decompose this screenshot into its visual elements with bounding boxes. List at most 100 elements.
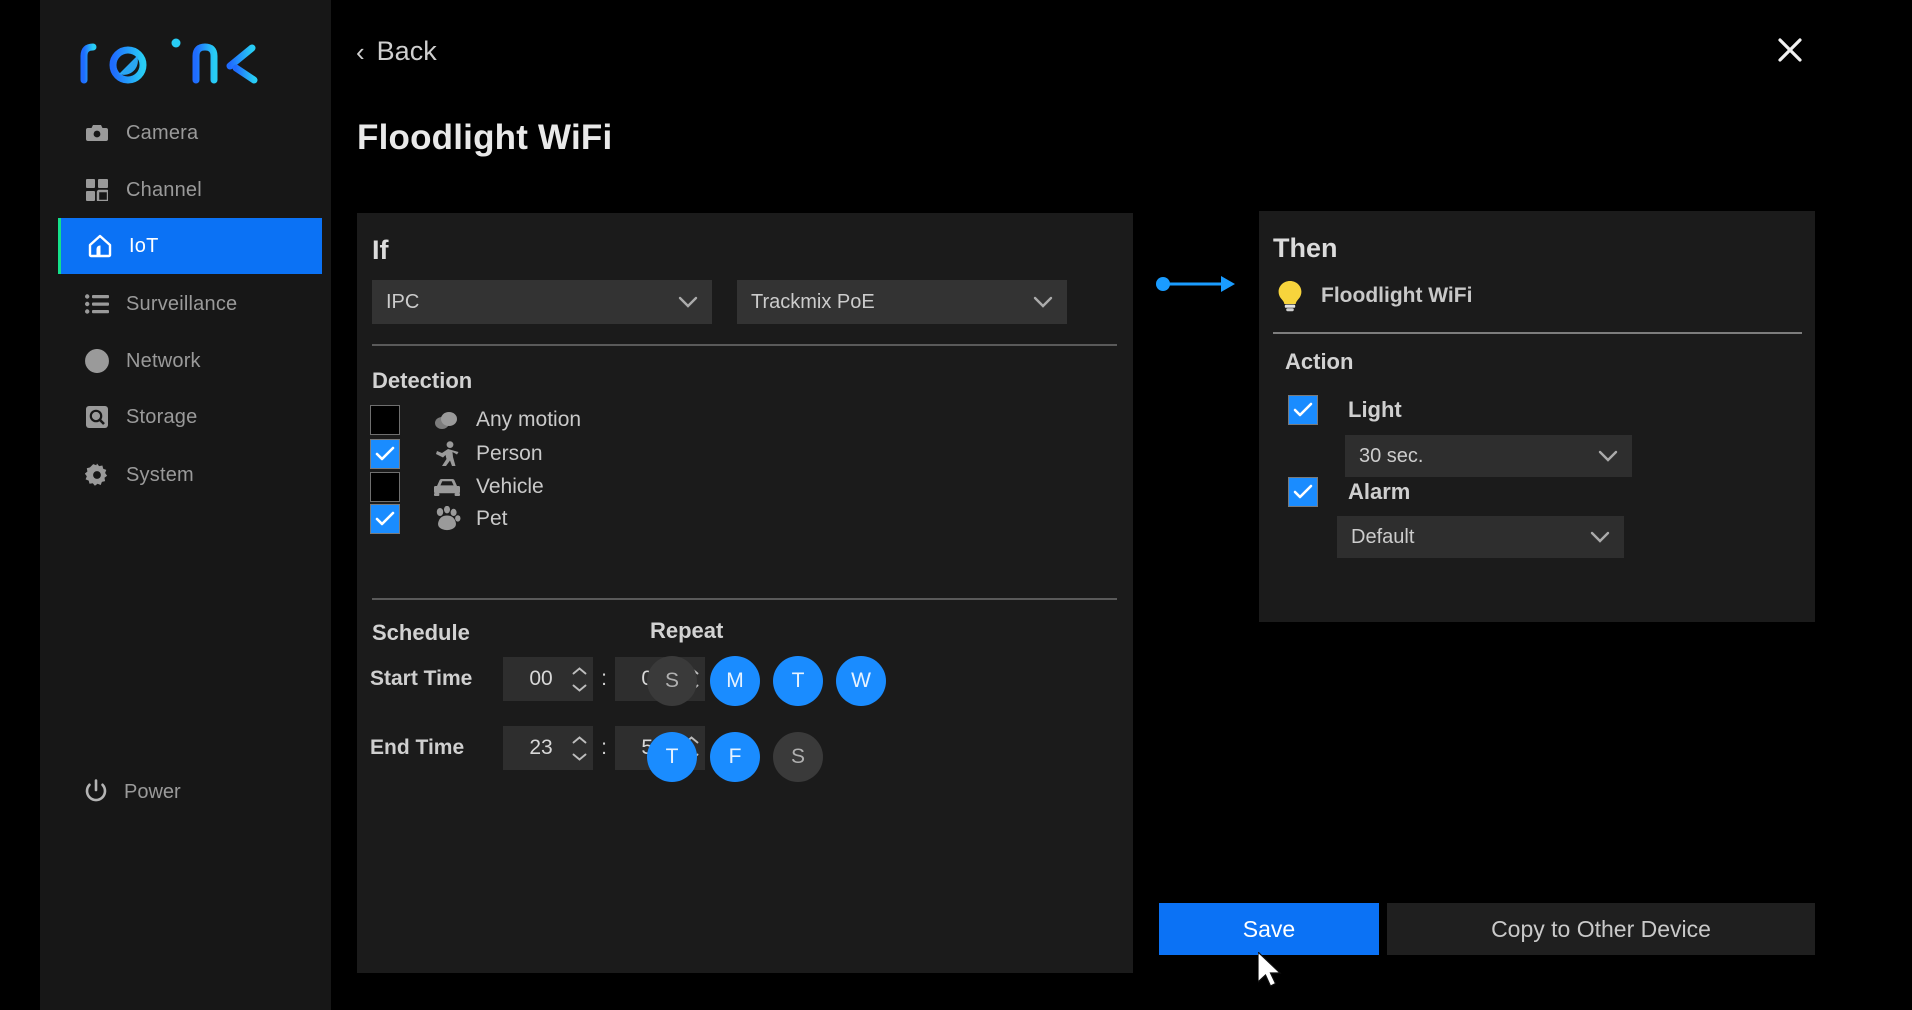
if-panel-title: If <box>372 235 389 265</box>
checkbox-pet[interactable] <box>370 504 400 534</box>
detection-row-any-motion[interactable]: Any motion <box>370 403 800 437</box>
repeat-day-letter: W <box>851 669 871 692</box>
stepper-down-icon[interactable] <box>572 753 587 761</box>
detection-row-person[interactable]: Person <box>370 437 800 471</box>
close-icon <box>1775 35 1805 70</box>
sidebar-item-label: Channel <box>126 178 202 201</box>
action-label: Action <box>1285 349 1354 374</box>
app-window: Camera Channel IoT Surveillance Network … <box>0 0 1912 1010</box>
stepper-arrows[interactable] <box>569 735 593 761</box>
back-button[interactable]: ‹ Back <box>356 36 437 67</box>
chevron-down-icon <box>1033 291 1053 314</box>
end-hour-value: 23 <box>529 736 553 759</box>
stepper-down-icon[interactable] <box>572 684 587 692</box>
lightbulb-icon <box>1273 279 1307 313</box>
save-button-label: Save <box>1242 915 1296 942</box>
device-select[interactable]: Trackmix PoE <box>737 280 1067 324</box>
divider <box>1273 332 1802 334</box>
checkbox-vehicle[interactable] <box>370 472 400 502</box>
sidebar-item-network[interactable]: Network <box>58 333 322 389</box>
action-row-light[interactable]: Light <box>1288 395 1402 425</box>
chevron-down-icon <box>678 291 698 314</box>
repeat-day-sunday[interactable]: S <box>647 656 697 706</box>
repeat-day-friday[interactable]: F <box>710 732 760 782</box>
checkbox-light[interactable] <box>1288 395 1318 425</box>
detection-label-text: Person <box>476 442 543 465</box>
repeat-day-letter: S <box>664 669 679 692</box>
sidebar-item-iot[interactable]: IoT <box>58 218 322 274</box>
copy-button-label: Copy to Other Device <box>1491 915 1711 942</box>
sidebar-item-label: IoT <box>129 234 159 257</box>
chevron-down-icon <box>1590 526 1610 549</box>
reolink-logo <box>78 34 278 86</box>
detection-label-text: Any motion <box>476 408 582 431</box>
then-device-name: Floodlight WiFi <box>1321 284 1473 307</box>
sidebar-item-camera[interactable]: Camera <box>58 105 322 161</box>
sidebar-item-storage[interactable]: Storage <box>58 389 322 445</box>
divider <box>372 344 1117 346</box>
action-row-alarm[interactable]: Alarm <box>1288 477 1410 507</box>
detection-row-vehicle[interactable]: Vehicle <box>370 470 800 504</box>
repeat-day-saturday[interactable]: S <box>773 732 823 782</box>
light-duration-select[interactable]: 30 sec. <box>1345 435 1632 477</box>
stepper-up-icon[interactable] <box>572 735 587 744</box>
end-time-label: End Time <box>370 736 465 759</box>
repeat-day-letter: T <box>791 669 805 692</box>
gear-icon <box>84 462 110 488</box>
person-icon <box>430 440 464 468</box>
start-hour-stepper[interactable]: 00 <box>503 657 593 701</box>
detection-row-pet[interactable]: Pet <box>370 502 800 536</box>
end-hour-stepper[interactable]: 23 <box>503 726 593 770</box>
sidebar-item-label: Storage <box>126 405 198 428</box>
repeat-day-thursday[interactable]: T <box>647 732 697 782</box>
start-time-label: Start Time <box>370 667 473 690</box>
checkbox-person[interactable] <box>370 439 400 469</box>
then-device-row: Floodlight WiFi <box>1273 279 1472 313</box>
sidebar-item-label: Surveillance <box>126 292 238 315</box>
detection-label-text: Vehicle <box>476 475 544 498</box>
time-separator: : <box>601 736 607 759</box>
sidebar-item-channel[interactable]: Channel <box>58 162 322 218</box>
grid-icon <box>84 177 110 203</box>
repeat-day-wednesday[interactable]: W <box>836 656 886 706</box>
power-icon <box>84 779 110 805</box>
device-type-select[interactable]: IPC <box>372 280 712 324</box>
time-separator: : <box>601 667 607 690</box>
repeat-day-monday[interactable]: M <box>710 656 760 706</box>
action-label-text: Alarm <box>1348 479 1411 504</box>
sidebar-item-surveillance[interactable]: Surveillance <box>58 276 322 332</box>
arrow-right-icon <box>1155 272 1239 296</box>
device-value: Trackmix PoE <box>751 290 875 313</box>
page-title: Floodlight WiFi <box>357 118 613 157</box>
vehicle-icon <box>430 473 464 501</box>
alarm-sound-select[interactable]: Default <box>1337 516 1624 558</box>
sidebar-item-label: Power <box>124 780 181 803</box>
save-button[interactable]: Save <box>1159 903 1379 955</box>
checkbox-alarm[interactable] <box>1288 477 1318 507</box>
sidebar-item-power[interactable]: Power <box>58 770 322 814</box>
then-panel-title: Then <box>1273 233 1338 263</box>
divider <box>372 598 1117 600</box>
copy-to-other-device-button[interactable]: Copy to Other Device <box>1387 903 1815 955</box>
close-button[interactable] <box>1768 30 1812 74</box>
start-hour-value: 00 <box>529 667 553 690</box>
sidebar-item-label: Camera <box>126 121 199 144</box>
motion-icon <box>430 406 464 434</box>
chevron-left-icon: ‹ <box>356 36 365 67</box>
stepper-arrows[interactable] <box>569 666 593 692</box>
sidebar-item-label: Network <box>126 349 201 372</box>
repeat-day-tuesday[interactable]: T <box>773 656 823 706</box>
alarm-sound-value: Default <box>1351 525 1415 548</box>
globe-icon <box>84 348 110 374</box>
repeat-label: Repeat <box>650 618 724 643</box>
detection-label-text: Pet <box>476 507 508 530</box>
mouse-cursor <box>1257 950 1288 996</box>
checkbox-any-motion[interactable] <box>370 405 400 435</box>
repeat-day-letter: F <box>728 745 742 768</box>
repeat-day-letter: T <box>665 745 679 768</box>
then-panel: Then Floodlight WiFi Action Light 30 sec… <box>1259 211 1815 622</box>
stepper-up-icon[interactable] <box>572 666 587 675</box>
repeat-day-letter: M <box>726 669 744 692</box>
repeat-day-letter: S <box>790 745 805 768</box>
sidebar-item-system[interactable]: System <box>58 447 322 503</box>
